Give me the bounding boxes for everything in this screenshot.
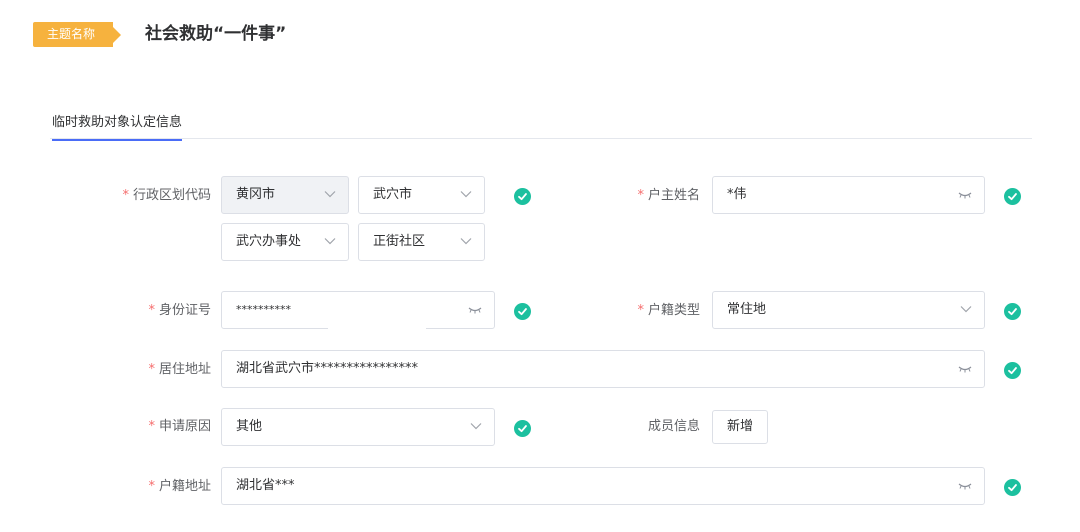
chevron-down-icon <box>324 238 336 245</box>
region-label: * 行政区划代码 <box>122 188 211 203</box>
household-type-select[interactable]: 常住地 <box>712 291 985 329</box>
residence-address-valid-check-icon <box>1004 362 1021 379</box>
region-county-select[interactable]: 武穴市 <box>358 176 485 214</box>
household-address-input[interactable]: 湖北省*** <box>221 467 985 505</box>
household-address-label: * 户籍地址 <box>148 479 211 494</box>
apply-reason-valid-check-icon <box>514 420 531 437</box>
redaction-mask <box>294 292 430 328</box>
household-type-label: * 户籍类型 <box>637 303 700 318</box>
region-valid-check-icon <box>514 188 531 205</box>
residence-address-label: * 居住地址 <box>148 362 211 377</box>
eye-closed-icon[interactable] <box>958 191 972 199</box>
householder-name-label: * 户主姓名 <box>637 188 700 203</box>
chevron-down-icon <box>324 191 336 198</box>
tab-temporary-assistance[interactable]: 临时救助对象认定信息 <box>52 111 183 141</box>
apply-reason-select[interactable]: 其他 <box>221 408 495 446</box>
region-community-select[interactable]: 正街社区 <box>358 223 485 261</box>
eye-closed-icon[interactable] <box>958 365 972 373</box>
chevron-down-icon <box>960 306 972 313</box>
chevron-down-icon <box>460 191 472 198</box>
page-title: 社会救助“一件事” <box>145 24 287 44</box>
tab-bar: 临时救助对象认定信息 <box>50 103 1032 141</box>
member-info-label: 成员信息 <box>647 419 700 434</box>
id-number-valid-check-icon <box>514 303 531 320</box>
eye-closed-icon[interactable] <box>958 482 972 490</box>
householder-name-valid-check-icon <box>1004 188 1021 205</box>
eye-closed-icon[interactable] <box>468 306 482 314</box>
chevron-down-icon <box>470 423 482 430</box>
residence-address-input[interactable]: 湖北省武穴市**************** <box>221 350 985 388</box>
householder-name-input[interactable]: *伟 <box>712 176 985 214</box>
household-type-valid-check-icon <box>1004 303 1021 320</box>
region-street-select[interactable]: 武穴办事处 <box>221 223 349 261</box>
theme-tag: 主题名称 <box>33 22 121 47</box>
id-number-label: * 身份证号 <box>148 303 211 318</box>
region-city-select[interactable]: 黄冈市 <box>221 176 349 214</box>
apply-reason-label: * 申请原因 <box>148 419 211 434</box>
household-address-valid-check-icon <box>1004 479 1021 496</box>
chevron-down-icon <box>460 238 472 245</box>
add-member-button[interactable]: 新增 <box>712 410 768 444</box>
redaction-mask <box>328 328 426 350</box>
